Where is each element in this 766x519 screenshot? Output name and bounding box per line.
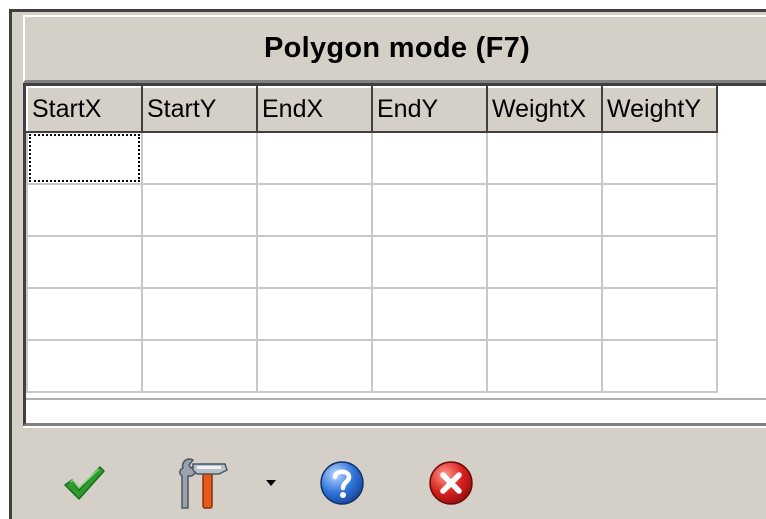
grid-cell[interactable] — [256, 339, 373, 393]
column-header-starty[interactable]: StartY — [141, 86, 258, 133]
bottom-toolbar — [23, 426, 766, 519]
table-row — [26, 287, 718, 341]
grid-cell[interactable] — [26, 235, 143, 289]
grid-cell[interactable] — [141, 235, 258, 289]
tools-icon — [179, 458, 228, 509]
grid-cell[interactable] — [256, 235, 373, 289]
polygon-mode-dialog: Polygon mode (F7) StartX StartY EndX End… — [9, 9, 766, 519]
grid-cell[interactable] — [26, 131, 143, 185]
grid-cell[interactable] — [26, 339, 143, 393]
grid-bottom-divider — [26, 398, 766, 400]
table-row — [26, 339, 718, 393]
grid-cell[interactable] — [256, 287, 373, 341]
tools-dropdown-arrow[interactable] — [265, 478, 277, 488]
grid-cell[interactable] — [601, 183, 718, 237]
polygon-table: StartX StartY EndX EndY WeightX WeightY — [26, 86, 718, 393]
grid-cell[interactable] — [141, 183, 258, 237]
grid-cell[interactable] — [371, 339, 488, 393]
column-header-endx[interactable]: EndX — [256, 86, 373, 133]
header-row: StartX StartY EndX EndY WeightX WeightY — [26, 86, 718, 133]
grid-cell[interactable] — [256, 183, 373, 237]
grid-cell[interactable] — [141, 339, 258, 393]
column-header-weighty[interactable]: WeightY — [601, 86, 718, 133]
grid-cell[interactable] — [486, 235, 603, 289]
dialog-title: Polygon mode (F7) — [263, 32, 531, 64]
table-row — [26, 183, 718, 237]
column-header-weightx[interactable]: WeightX — [486, 86, 603, 133]
help-icon — [320, 461, 364, 505]
column-header-endy[interactable]: EndY — [371, 86, 488, 133]
grid-cell[interactable] — [371, 131, 488, 185]
grid-cell[interactable] — [601, 287, 718, 341]
table-row — [26, 235, 718, 289]
caret-down-icon — [266, 480, 276, 486]
grid-cell[interactable] — [26, 287, 143, 341]
table-row — [26, 131, 718, 185]
grid-cell[interactable] — [601, 131, 718, 185]
grid-cell[interactable] — [256, 131, 373, 185]
grid-cell[interactable] — [371, 287, 488, 341]
cancel-button[interactable] — [424, 456, 478, 510]
title-bar: Polygon mode (F7) — [23, 15, 766, 83]
checkmark-icon — [64, 466, 105, 500]
grid-cell[interactable] — [486, 131, 603, 185]
grid-cell[interactable] — [371, 183, 488, 237]
grid-cell[interactable] — [486, 287, 603, 341]
column-header-startx[interactable]: StartX — [26, 86, 143, 133]
tools-button[interactable] — [171, 456, 235, 510]
polygon-grid[interactable]: StartX StartY EndX EndY WeightX WeightY — [23, 83, 766, 426]
grid-cell[interactable] — [26, 183, 143, 237]
grid-cell[interactable] — [601, 235, 718, 289]
grid-cell[interactable] — [486, 339, 603, 393]
grid-cell[interactable] — [371, 235, 488, 289]
close-icon — [429, 461, 473, 505]
grid-cell[interactable] — [601, 339, 718, 393]
grid-cell[interactable] — [486, 183, 603, 237]
grid-cell[interactable] — [141, 131, 258, 185]
grid-cell[interactable] — [141, 287, 258, 341]
help-button[interactable] — [315, 456, 369, 510]
ok-button[interactable] — [57, 456, 111, 510]
